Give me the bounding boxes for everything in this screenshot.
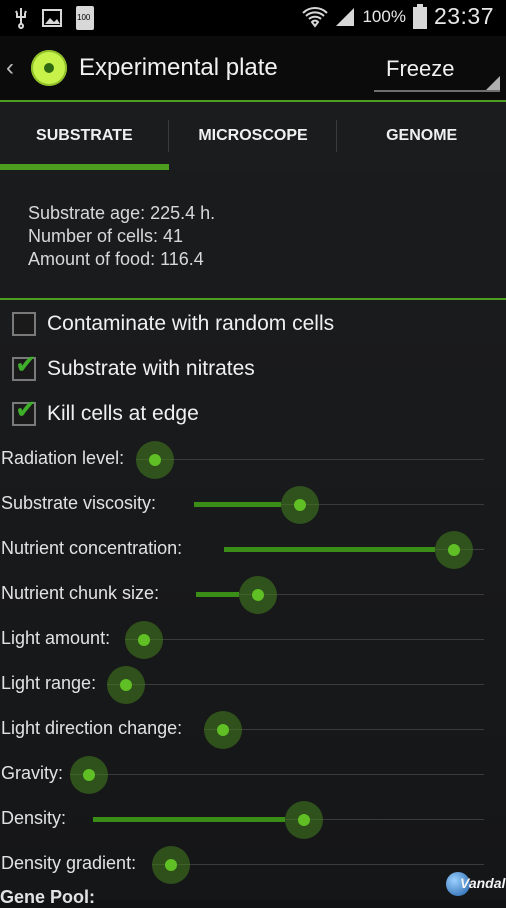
slider-thumb[interactable] — [136, 441, 174, 479]
checkmark-icon: ✔ — [15, 349, 37, 379]
slider-track[interactable] — [204, 729, 484, 730]
slider-fill — [196, 592, 240, 597]
battery-status-text: 100 — [77, 13, 91, 22]
substrate-stats-panel: Substrate age: 225.4 h. Number of cells:… — [0, 170, 506, 298]
usb-icon — [15, 8, 27, 29]
tab-substrate[interactable]: SUBSTRATE — [0, 102, 169, 170]
battery-percent: 100% — [362, 6, 406, 26]
gene-pool-heading: Gene Pool: — [0, 887, 96, 907]
slider-label: Light range: — [1, 673, 97, 693]
substrate-age: Substrate age: 225.4 h. — [28, 203, 216, 223]
slider-thumb[interactable] — [239, 576, 278, 614]
clock: 23:37 — [433, 3, 494, 29]
slider-nutrient-chunk-size[interactable]: Nutrient chunk size: — [0, 572, 506, 617]
slider-density-gradient[interactable]: Density gradient: — [0, 842, 506, 887]
slider-thumb[interactable] — [152, 846, 190, 884]
status-bar: 100 100% 23:37 — [0, 0, 506, 36]
slider-label: Substrate viscosity: — [1, 493, 157, 513]
action-bar: ‹ Experimental plate Freeze — [0, 36, 506, 100]
food-amount: Amount of food: 116.4 — [28, 249, 204, 269]
slider-density[interactable]: Density: — [0, 797, 506, 842]
slider-radiation-level[interactable]: Radiation level: — [0, 437, 506, 482]
slider-substrate-viscosity[interactable]: Substrate viscosity: — [0, 482, 506, 527]
slider-thumb[interactable] — [281, 486, 319, 524]
slider-track[interactable] — [125, 639, 484, 640]
slider-light-range[interactable]: Light range: — [0, 662, 506, 707]
slider-track[interactable] — [70, 774, 484, 775]
gallery-icon — [42, 9, 62, 27]
speed-spinner[interactable]: Freeze — [374, 50, 500, 92]
slider-label: Light direction change: — [1, 718, 183, 738]
cell-count: Number of cells: 41 — [28, 226, 184, 246]
checkbox-checked[interactable]: ✔ — [12, 349, 37, 381]
slider-label: Density: — [1, 808, 67, 828]
option-label: Contaminate with random cells — [47, 312, 335, 335]
slider-fill — [194, 502, 281, 507]
app-logo-icon[interactable] — [31, 50, 67, 86]
option-label: Substrate with nitrates — [47, 357, 255, 380]
tab-label: SUBSTRATE — [36, 127, 133, 144]
option-nitrates[interactable]: ✔ Substrate with nitrates — [0, 347, 255, 391]
dropdown-triangle-icon — [486, 76, 500, 90]
page-title: Experimental plate — [79, 54, 278, 81]
slider-thumb[interactable] — [204, 711, 242, 749]
slider-label: Density gradient: — [1, 853, 137, 873]
slider-label: Gravity: — [1, 763, 64, 783]
option-kill-at-edge[interactable]: ✔ Kill cells at edge — [0, 392, 199, 436]
battery-icon — [412, 3, 427, 29]
slider-thumb[interactable] — [107, 666, 145, 704]
slider-fill — [224, 547, 435, 552]
slider-light-amount[interactable]: Light amount: — [0, 617, 506, 662]
checkbox-checked[interactable]: ✔ — [12, 394, 37, 426]
slider-label: Nutrient concentration: — [1, 538, 183, 558]
tab-bar: SUBSTRATE MICROSCOPE GENOME — [0, 102, 506, 170]
watermark-text: Vandal — [460, 875, 506, 891]
slider-light-direction-change[interactable]: Light direction change: — [0, 707, 506, 752]
tab-label: GENOME — [386, 127, 458, 144]
vandal-watermark: Vandal — [446, 870, 506, 898]
battery-status-icon: 100 — [76, 6, 94, 30]
signal-icon — [336, 7, 355, 26]
tab-genome[interactable]: GENOME — [337, 102, 506, 170]
option-label: Kill cells at edge — [47, 402, 199, 425]
checkbox-unchecked[interactable] — [12, 312, 36, 336]
slider-thumb[interactable] — [434, 531, 473, 569]
spinner-value: Freeze — [386, 56, 455, 81]
slider-gravity[interactable]: Gravity: — [0, 752, 506, 797]
slider-thumb[interactable] — [70, 756, 108, 794]
tab-label: MICROSCOPE — [198, 127, 308, 144]
back-caret-icon[interactable]: ‹ — [6, 54, 14, 82]
slider-thumb[interactable] — [125, 621, 163, 659]
slider-track[interactable] — [136, 459, 484, 460]
slider-label: Nutrient chunk size: — [1, 583, 160, 603]
slider-nutrient-concentration[interactable]: Nutrient concentration: — [0, 527, 506, 572]
slider-track[interactable] — [152, 864, 484, 865]
checkmark-icon: ✔ — [15, 394, 37, 424]
option-contaminate[interactable]: Contaminate with random cells — [0, 302, 334, 346]
slider-thumb[interactable] — [284, 801, 323, 839]
slider-fill — [93, 817, 285, 822]
tab-microscope[interactable]: MICROSCOPE — [169, 102, 338, 170]
slider-track[interactable] — [107, 684, 484, 685]
slider-label: Light amount: — [1, 628, 111, 648]
slider-label: Radiation level: — [1, 448, 125, 468]
wifi-icon — [302, 6, 329, 28]
